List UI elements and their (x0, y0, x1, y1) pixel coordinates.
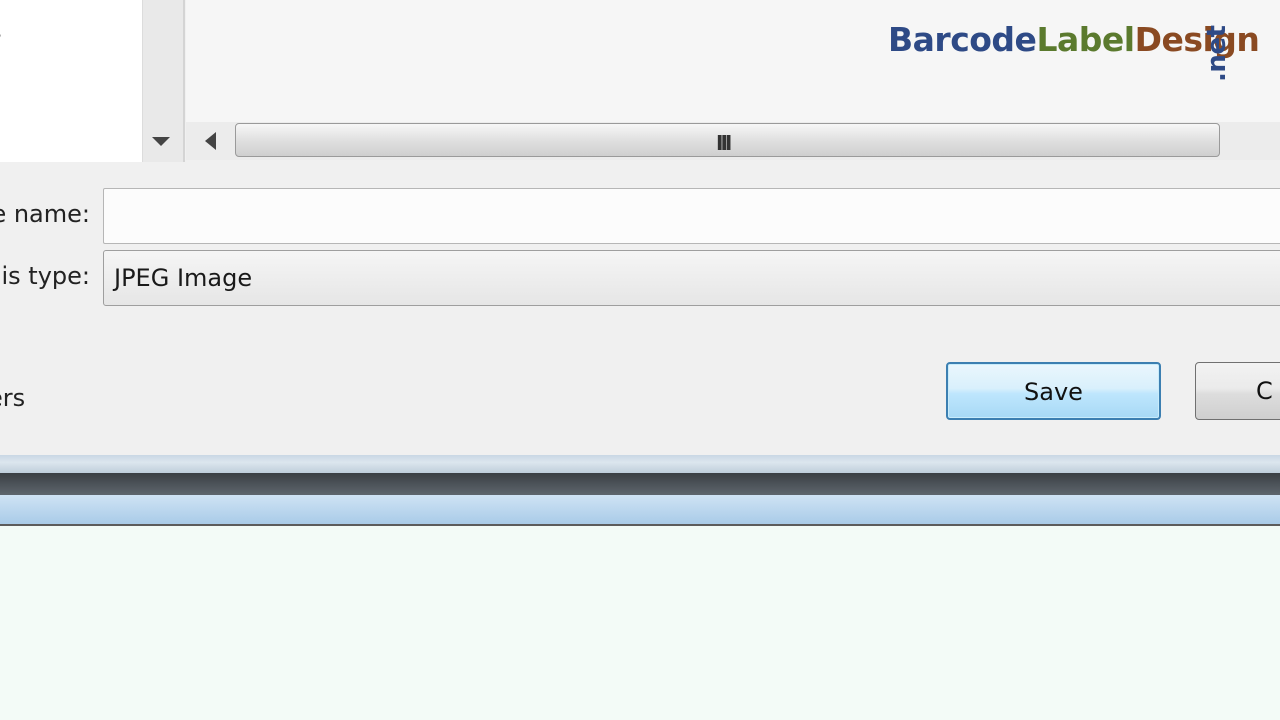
navigation-pane: s ter (0, 0, 142, 162)
save-button[interactable]: Save (946, 362, 1161, 420)
scroll-left-arrow-icon[interactable] (205, 132, 216, 150)
logo-text-net: .net (1202, 25, 1232, 82)
window-shadow-band (0, 473, 1280, 495)
filename-input[interactable] (103, 188, 1280, 244)
scroll-grip-icon: III (716, 131, 732, 155)
filetype-label: is type: (1, 262, 91, 290)
filetype-selected-value: JPEG Image (114, 264, 253, 292)
logo-text-barcode: Barcode (888, 20, 1037, 59)
barcodelabeldesign-logo: BarcodeLabelDesign .net (888, 20, 1260, 82)
nav-item[interactable]: s (0, 20, 1, 45)
filetype-dropdown[interactable]: JPEG Image (103, 250, 1280, 306)
filename-label: e name: (0, 200, 90, 228)
logo-text-label: Label (1036, 20, 1135, 59)
cancel-button[interactable]: C (1195, 362, 1280, 420)
dialog-frame-bottom (0, 455, 1280, 473)
window-frame-band (0, 495, 1280, 526)
browse-folders-toggle[interactable]: ers (0, 384, 25, 412)
logo-text-design: Design (1134, 20, 1260, 59)
save-as-dialog: s ter BarcodeLabelDesign .net III e name… (0, 0, 1280, 455)
scroll-down-arrow-icon[interactable] (152, 137, 170, 146)
